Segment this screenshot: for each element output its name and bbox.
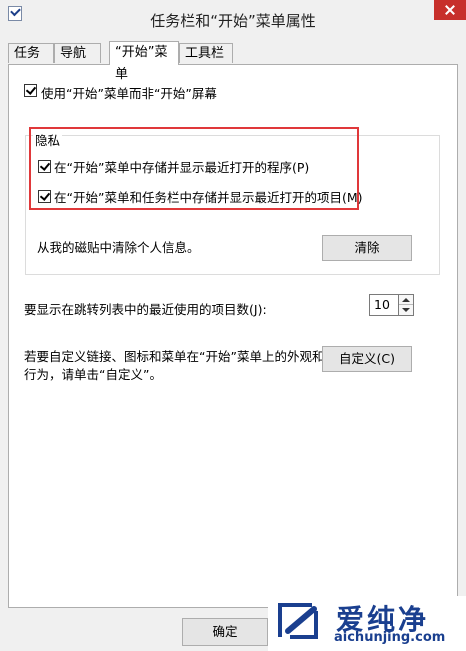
tab-navigation[interactable]: 导航 (54, 43, 101, 63)
use-start-menu-label: 使用“开始”菜单而非“开始”屏幕 (41, 86, 217, 101)
tab-taskbar[interactable]: 任务栏 (8, 43, 54, 81)
spin-down-icon[interactable] (399, 305, 413, 315)
customize-text-line2: 行为，请单击“自定义”。 (24, 367, 162, 382)
close-button[interactable] (434, 0, 466, 20)
store-programs-label: 在“开始”菜单中存储并显示最近打开的程序(P) (54, 160, 310, 175)
watermark-url: aichunjing.com (334, 630, 446, 645)
tab-start-menu[interactable]: “开始”菜单 (109, 41, 179, 82)
spin-up-icon[interactable] (399, 295, 413, 305)
watermark: 爱纯净 aichunjing.com (268, 596, 466, 651)
jump-list-label: 要显示在跳转列表中的最近使用的项目数(J): (24, 302, 267, 317)
customize-text-line1: 若要自定义链接、图标和菜单在“开始”菜单上的外观和 (24, 349, 325, 364)
store-items-checkbox[interactable] (38, 190, 51, 203)
watermark-logo (278, 603, 318, 639)
customize-button[interactable]: 自定义(C) (322, 346, 412, 372)
store-programs-checkbox[interactable] (38, 160, 51, 173)
jump-list-spinner (399, 294, 414, 316)
clear-info-text: 从我的磁贴中清除个人信息。 (37, 240, 200, 255)
properties-window: 任务栏和“开始”菜单属性 任务栏 导航 “开始”菜单 工具栏 使用“开始”菜单而… (0, 0, 466, 651)
jump-list-count-input[interactable]: 10 (369, 294, 399, 316)
tab-toolbars[interactable]: 工具栏 (179, 43, 233, 63)
title-bar: 任务栏和“开始”菜单属性 (0, 0, 466, 36)
window-title: 任务栏和“开始”菜单属性 (150, 12, 316, 30)
ok-button[interactable]: 确定 (182, 618, 268, 646)
use-start-menu-checkbox[interactable] (24, 84, 37, 97)
store-items-label: 在“开始”菜单和任务栏中存储并显示最近打开的项目(M) (54, 190, 363, 205)
clear-button[interactable]: 清除 (322, 235, 412, 261)
